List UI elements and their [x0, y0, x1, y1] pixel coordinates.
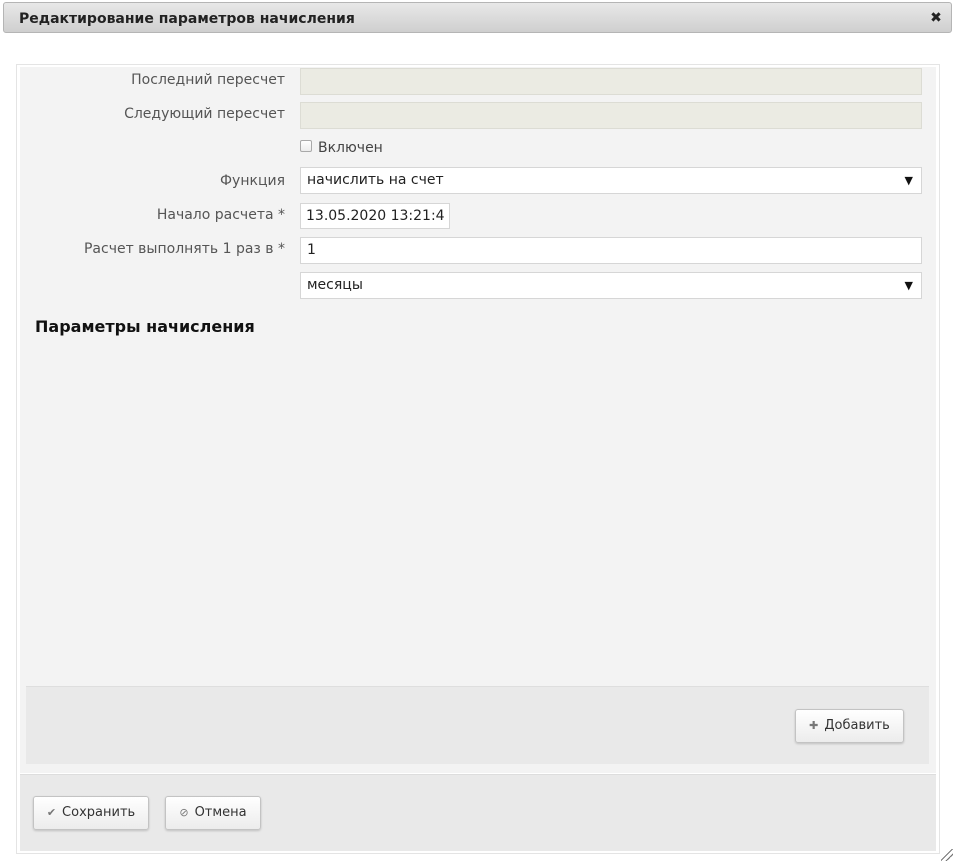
chevron-down-icon: ▼ [904, 279, 913, 292]
dialog-title: Редактирование параметров начисления [19, 11, 355, 27]
start-datetime-input[interactable]: 13.05.2020 13:21:4 [300, 203, 450, 229]
function-select-value: начислить на счет [307, 172, 444, 188]
params-section-title: Параметры начисления [35, 317, 255, 336]
chevron-down-icon: ▼ [904, 174, 913, 187]
resize-grip-icon[interactable] [941, 849, 953, 861]
add-param-label: Добавить [824, 718, 890, 733]
next-recalc-field [300, 102, 922, 129]
edit-accrual-dialog: Редактирование параметров начисления ✖ П… [0, 0, 955, 863]
close-icon[interactable]: ✖ [929, 10, 943, 26]
function-select[interactable]: начислить на счет ▼ [300, 167, 922, 194]
add-param-button[interactable]: ✚ Добавить [795, 709, 904, 743]
cancel-label: Отмена [194, 805, 247, 820]
interval-input[interactable]: 1 [300, 237, 922, 264]
dialog-footer: ✔ Сохранить ⊘ Отмена [20, 774, 936, 851]
plus-icon: ✚ [809, 719, 819, 732]
enabled-label[interactable]: Включен [318, 140, 383, 156]
interval-unit-select[interactable]: месяцы ▼ [300, 272, 922, 299]
interval-label: Расчет выполнять 1 раз в * [83, 241, 285, 257]
next-recalc-label: Следующий пересчет [124, 106, 285, 122]
interval-unit-value: месяцы [307, 277, 363, 293]
cancel-icon: ⊘ [179, 806, 189, 819]
enabled-checkbox[interactable] [300, 140, 312, 152]
start-label: Начало расчета * [156, 207, 285, 223]
check-icon: ✔ [46, 806, 57, 819]
last-recalc-label: Последний пересчет [131, 72, 285, 88]
save-label: Сохранить [62, 805, 136, 820]
function-label: Функция [220, 173, 285, 189]
enabled-checkbox-row[interactable]: Включен [300, 140, 383, 158]
cancel-button[interactable]: ⊘ Отмена [165, 796, 261, 830]
params-toolbar: ✚ Добавить [26, 686, 929, 764]
save-button[interactable]: ✔ Сохранить [33, 796, 149, 830]
dialog-titlebar[interactable]: Редактирование параметров начисления ✖ [3, 2, 952, 33]
last-recalc-field [300, 68, 922, 95]
